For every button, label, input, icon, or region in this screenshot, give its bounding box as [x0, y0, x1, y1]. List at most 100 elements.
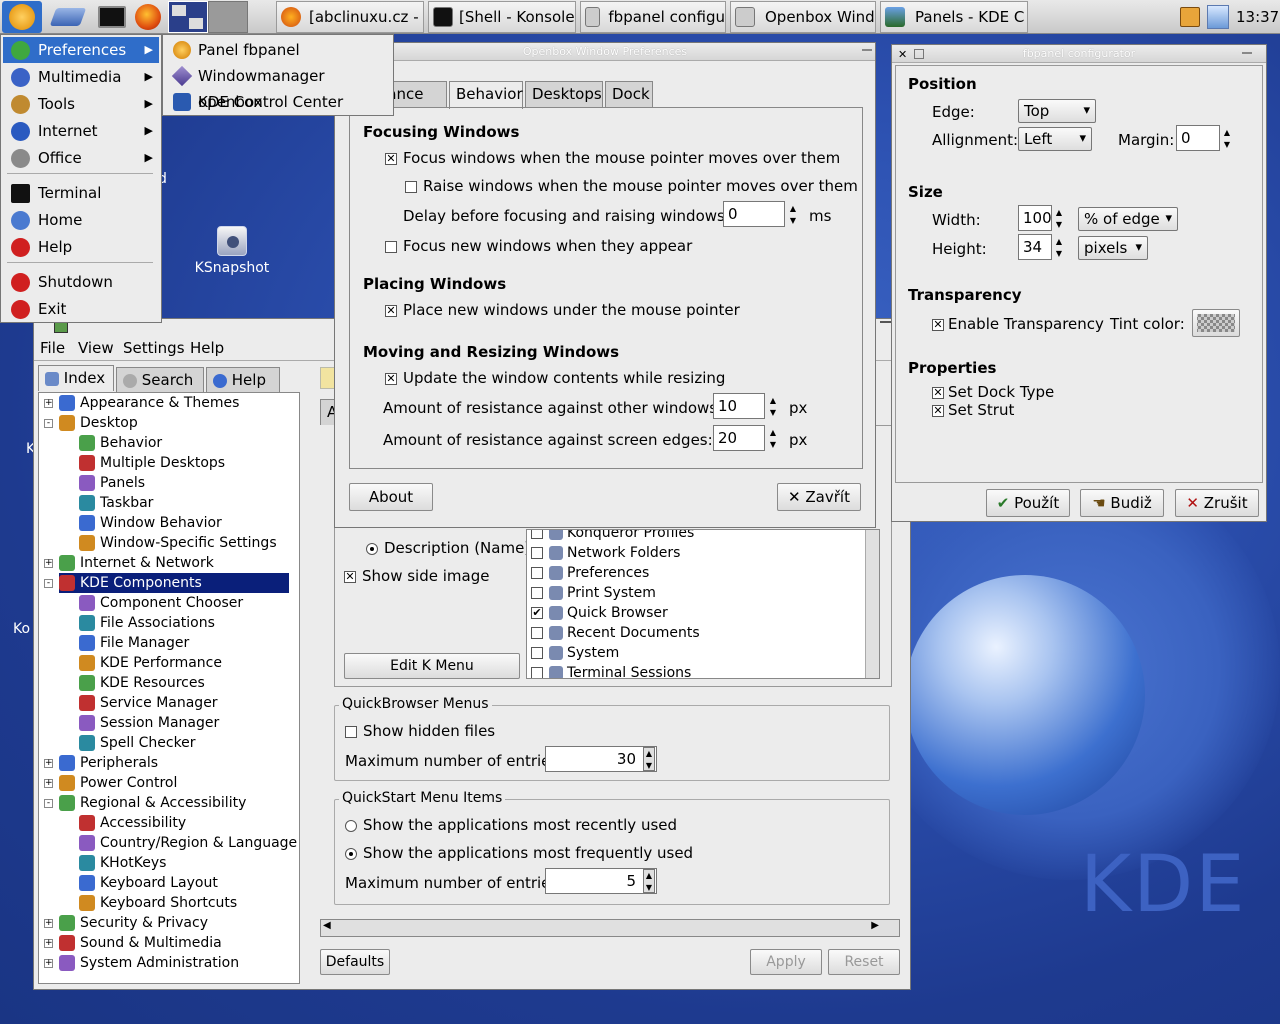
- menu-list-item[interactable]: ✔ Quick Browser: [531, 605, 668, 621]
- kcontrol-menu-file[interactable]: File: [40, 339, 65, 357]
- submenu-item-openbox[interactable]: Windowmanager openbox: [165, 63, 391, 111]
- tree-item[interactable]: Window-Specific Settings: [79, 533, 277, 553]
- minimize-button[interactable]: [862, 49, 872, 52]
- tree-item[interactable]: Session Manager: [79, 713, 219, 733]
- spinbox-arrows[interactable]: ▲ ▼: [767, 395, 779, 419]
- menu-list-item[interactable]: Recent Documents: [531, 625, 700, 641]
- tree-item[interactable]: KDE Performance: [79, 653, 222, 673]
- margin-spinbox[interactable]: 0: [1176, 125, 1220, 151]
- collapse-icon[interactable]: -: [44, 419, 53, 428]
- pager[interactable]: [168, 1, 248, 33]
- raise-mouse-checkbox[interactable]: Raise windows when the mouse pointer mov…: [405, 177, 858, 195]
- tree-item[interactable]: Behavior: [79, 433, 162, 453]
- tree-item[interactable]: Accessibility: [79, 813, 186, 833]
- expand-icon[interactable]: +: [44, 759, 53, 768]
- menu-item-exit[interactable]: Exit: [3, 296, 159, 322]
- tab-desktops[interactable]: Desktops: [525, 81, 603, 107]
- description-radio[interactable]: Description (Name): [366, 539, 530, 557]
- menu-list-item[interactable]: Terminal Sessions: [531, 665, 691, 678]
- tree-item[interactable]: KDE Components: [59, 573, 289, 593]
- launcher-files[interactable]: [48, 1, 88, 33]
- tree-item[interactable]: Component Chooser: [79, 593, 243, 613]
- tab-behavior[interactable]: Behavior: [449, 81, 523, 109]
- menu-item-terminal[interactable]: Terminal: [3, 180, 159, 206]
- height-spinbox[interactable]: 34: [1018, 234, 1052, 260]
- kcontrol-menu-settings[interactable]: Settings: [123, 339, 185, 357]
- module-tree[interactable]: + Appearance & Themes - Desktop Behavior Mult…: [38, 392, 300, 984]
- tab-index[interactable]: Index: [38, 365, 114, 391]
- tree-item[interactable]: Desktop: [59, 413, 138, 433]
- tree-item[interactable]: Internet & Network: [59, 553, 214, 573]
- kcontrol-menu-help[interactable]: Help: [190, 339, 224, 357]
- menu-list-item[interactable]: System: [531, 645, 619, 661]
- res-edges-spinbox[interactable]: 20: [713, 425, 765, 451]
- task-kcontrol[interactable]: Panels - KDE C: [880, 1, 1028, 33]
- tray-package-icon[interactable]: [1180, 7, 1200, 27]
- tree-item[interactable]: Security & Privacy: [59, 913, 208, 933]
- tree-item[interactable]: Keyboard Shortcuts: [79, 893, 237, 913]
- cancel-button[interactable]: ✕ Zrušit: [1175, 489, 1259, 517]
- defaults-button[interactable]: Defaults: [320, 949, 390, 975]
- task-firefox[interactable]: [abclinuxu.cz -: [276, 1, 424, 33]
- spinbox-arrows[interactable]: ▲ ▼: [767, 427, 779, 451]
- expand-icon[interactable]: +: [44, 919, 53, 928]
- width-spinbox[interactable]: 100: [1018, 205, 1052, 231]
- res-windows-spinbox[interactable]: 10: [713, 393, 765, 419]
- tree-item[interactable]: Taskbar: [79, 493, 153, 513]
- tree-item[interactable]: Regional & Accessibility: [59, 793, 246, 813]
- horizontal-scrollbar[interactable]: ◀ ▶: [320, 919, 900, 937]
- side-image-checkbox[interactable]: ✕ Show side image: [344, 567, 489, 585]
- tint-color-button[interactable]: [1192, 309, 1240, 337]
- tree-item[interactable]: Peripherals: [59, 753, 158, 773]
- launcher-firefox[interactable]: [128, 1, 168, 33]
- apply-button[interactable]: ✔ Použít: [986, 489, 1070, 517]
- recent-radio[interactable]: Show the applications most recently used: [345, 816, 677, 834]
- menu-list-item[interactable]: Print System: [531, 585, 656, 601]
- dock-type-checkbox[interactable]: ✕ Set Dock Type: [932, 383, 1054, 401]
- window-menu-icon[interactable]: [914, 49, 924, 59]
- scroll-left-icon[interactable]: ◀: [323, 920, 331, 931]
- submenu-item-panel-fbpanel[interactable]: Panel fbpanel: [165, 37, 391, 63]
- spinbox-arrows[interactable]: ▲ ▼: [787, 203, 799, 227]
- spinbox-arrows[interactable]: ▲ ▼: [643, 869, 655, 893]
- tree-item[interactable]: Country/Region & Language: [79, 833, 297, 853]
- focus-new-checkbox[interactable]: Focus new windows when they appear: [385, 237, 692, 255]
- reset-button[interactable]: Reset: [828, 949, 900, 975]
- menu-item-home[interactable]: Home: [3, 207, 159, 233]
- collapse-icon[interactable]: -: [44, 799, 53, 808]
- start-menu-button[interactable]: [2, 1, 42, 33]
- under-mouse-checkbox[interactable]: ✕ Place new windows under the mouse point…: [385, 301, 740, 319]
- desktop-icon-ksnapshot[interactable]: KSnapshot: [190, 226, 274, 276]
- menu-item-internet[interactable]: Internet ▶: [3, 118, 159, 144]
- tree-item[interactable]: Service Manager: [79, 693, 218, 713]
- tree-item[interactable]: System Administration: [59, 953, 239, 973]
- frequent-radio[interactable]: Show the applications most frequently us…: [345, 844, 693, 862]
- edit-k-menu-button[interactable]: Edit K Menu: [344, 653, 520, 679]
- menu-item-help[interactable]: Help: [3, 234, 159, 260]
- openbox-titlebar[interactable]: Openbox Window Preferences: [335, 43, 875, 61]
- fbpanel-titlebar[interactable]: fbpanel configurator: [892, 45, 1266, 63]
- tree-item[interactable]: Appearance & Themes: [59, 393, 239, 413]
- task-openbox[interactable]: Openbox Wind: [730, 1, 876, 33]
- tree-item[interactable]: File Manager: [79, 633, 189, 653]
- menu-list-scrollbar[interactable]: [865, 530, 879, 678]
- update-contents-checkbox[interactable]: ✕ Update the window contents while resizi…: [385, 369, 725, 387]
- submenu-item-kde-control-center[interactable]: KDE Control Center: [165, 89, 391, 115]
- scroll-right-icon[interactable]: ▶: [871, 920, 879, 931]
- tree-item[interactable]: KHotKeys: [79, 853, 166, 873]
- expand-icon[interactable]: +: [44, 959, 53, 968]
- menu-item-office[interactable]: Office ▶: [3, 145, 159, 171]
- menu-list[interactable]: Konqueror Profiles Network Folders Prefere…: [526, 529, 880, 679]
- menu-item-multimedia[interactable]: Multimedia ▶: [3, 64, 159, 90]
- menu-item-shutdown[interactable]: Shutdown: [3, 269, 159, 295]
- clock[interactable]: 13:37: [1236, 8, 1279, 26]
- menu-list-item[interactable]: Konqueror Profiles: [531, 530, 694, 541]
- tree-item[interactable]: File Associations: [79, 613, 215, 633]
- menu-item-tools[interactable]: Tools ▶: [3, 91, 159, 117]
- spinbox-arrows[interactable]: ▲ ▼: [1053, 207, 1065, 231]
- minimize-button[interactable]: [1242, 52, 1252, 55]
- tree-item[interactable]: Multiple Desktops: [79, 453, 225, 473]
- collapse-icon[interactable]: -: [44, 579, 53, 588]
- tree-item[interactable]: Window Behavior: [79, 513, 222, 533]
- ok-button[interactable]: ☚ Budiž: [1080, 489, 1164, 517]
